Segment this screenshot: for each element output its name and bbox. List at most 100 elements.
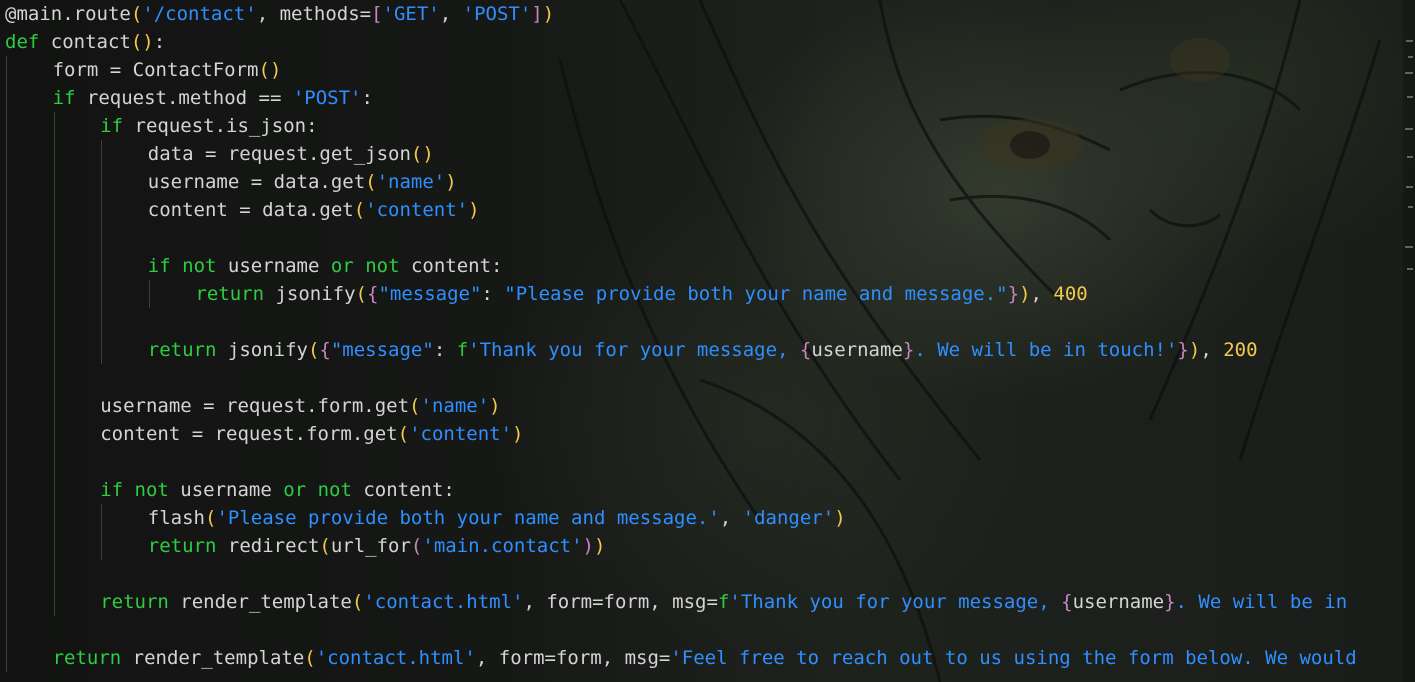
indent-guide	[101, 532, 103, 560]
code-line[interactable]: flash('Please provide both your name and…	[5, 504, 1397, 532]
code-token: "message"	[378, 283, 482, 305]
indent-guide	[6, 392, 7, 420]
indent-guide	[6, 616, 7, 644]
indent-guide	[6, 112, 7, 140]
indent-guide	[6, 308, 7, 336]
code-token: def	[5, 31, 40, 53]
code-token: {	[367, 283, 379, 305]
code-token: return	[147, 339, 217, 361]
code-line[interactable]: form = ContactForm()	[5, 56, 1397, 84]
code-line[interactable]: username = data.get('name')	[5, 168, 1397, 196]
code-token: )	[834, 507, 846, 529]
code-token: )	[489, 395, 501, 417]
code-line[interactable]	[5, 560, 1397, 588]
code-line[interactable]: return jsonify({"message": f'Thank you f…	[5, 336, 1397, 364]
indent-guide	[6, 532, 7, 560]
code-token: )	[582, 535, 594, 557]
code-line[interactable]: data = request.get_json()	[5, 140, 1397, 168]
code-line-content: username = request.form.get('name')	[100, 392, 500, 420]
code-line[interactable]: content = data.get('content')	[5, 196, 1397, 224]
code-token: }	[1007, 283, 1020, 305]
code-line[interactable]	[5, 364, 1397, 392]
code-line[interactable]: username = request.form.get('name')	[5, 392, 1397, 420]
code-token: 200	[1223, 339, 1258, 361]
code-editor[interactable]: @main.route('/contact', methods=['GET', …	[0, 0, 1415, 682]
code-token: 'content'	[365, 199, 469, 221]
code-line[interactable]: if not username or not content:	[5, 476, 1397, 504]
code-token: {	[319, 339, 331, 361]
indent-guide	[53, 448, 55, 476]
indent-guide	[101, 224, 103, 252]
indent-guide	[6, 196, 7, 224]
code-line[interactable]: if not username or not content:	[5, 252, 1397, 280]
indent-guide	[6, 560, 7, 588]
code-token: (	[365, 171, 377, 193]
code-token: "Please provide both your name and messa…	[504, 283, 1008, 305]
code-line[interactable]	[5, 448, 1397, 476]
indent-guide	[6, 448, 7, 476]
code-token: "message"	[330, 339, 434, 361]
indent-guide	[53, 140, 55, 168]
code-token: not	[134, 479, 169, 501]
code-token: :	[361, 87, 373, 109]
code-token: 'POST'	[462, 3, 532, 25]
indent-guide	[101, 196, 103, 224]
code-token: ()	[130, 31, 154, 53]
code-token: contact	[39, 31, 131, 53]
code-token: 400	[1053, 283, 1088, 305]
code-line[interactable]: return render_template('contact.html', f…	[5, 588, 1397, 616]
indent-guide	[53, 280, 55, 308]
code-line-content: content = data.get('content')	[148, 196, 480, 224]
code-token: render_template	[121, 647, 305, 669]
code-token: {	[799, 339, 812, 361]
code-token: flash	[147, 507, 205, 529]
code-token: content:	[351, 479, 455, 501]
code-token: , form=form, msg=	[475, 647, 671, 669]
code-token: (	[353, 199, 366, 221]
indent-guide	[53, 336, 55, 364]
code-line[interactable]: content = request.form.get('content')	[5, 420, 1397, 448]
code-token: content = data.get	[147, 199, 354, 221]
code-token: 'name'	[376, 171, 446, 193]
indent-guide	[6, 168, 7, 196]
code-token: 'contact.html'	[315, 647, 476, 669]
code-line[interactable]	[5, 616, 1397, 644]
code-line[interactable]: return redirect(url_for('main.contact'))	[5, 532, 1397, 560]
minimap[interactable]	[1403, 0, 1415, 682]
indent-guide	[53, 532, 55, 560]
code-token: ()	[410, 143, 434, 165]
code-line[interactable]: if request.is_json:	[5, 112, 1397, 140]
minimap-line	[1405, 72, 1413, 74]
code-line[interactable]	[5, 224, 1397, 252]
code-token: username	[168, 479, 284, 501]
code-token: ()	[258, 59, 282, 81]
code-token: 'danger'	[742, 507, 835, 529]
code-token: (	[205, 507, 217, 529]
minimap-line	[1407, 96, 1413, 98]
code-token: (	[319, 535, 331, 557]
code-line-content: if not username or not content:	[148, 252, 503, 280]
indent-guide	[6, 280, 7, 308]
indent-guide	[53, 112, 55, 140]
code-token: }	[902, 339, 915, 361]
indent-guide	[53, 504, 55, 532]
code-token: ]	[531, 3, 543, 25]
code-area[interactable]: @main.route('/contact', methods=['GET', …	[5, 0, 1397, 672]
code-token: if	[52, 87, 76, 109]
code-line[interactable]: return jsonify({"message": "Please provi…	[5, 280, 1397, 308]
indent-guide	[6, 588, 7, 616]
code-token: )	[1188, 339, 1201, 361]
indent-guide	[53, 196, 55, 224]
code-line[interactable]: if request.method == 'POST':	[5, 84, 1397, 112]
code-line[interactable]: def contact():	[5, 28, 1397, 56]
code-token: not	[365, 255, 400, 277]
code-token: :	[433, 339, 457, 361]
code-token: request.method ==	[75, 87, 293, 109]
code-line[interactable]: return render_template('contact.html', f…	[5, 644, 1397, 672]
code-token: (	[409, 395, 421, 417]
code-line[interactable]	[5, 308, 1397, 336]
code-token: . We will be in touch!'	[914, 339, 1178, 361]
code-line[interactable]: @main.route('/contact', methods=['GET', …	[5, 0, 1397, 28]
